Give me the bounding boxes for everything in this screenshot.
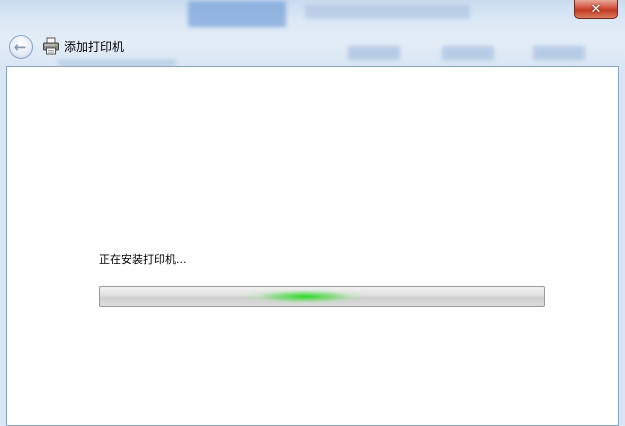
background-blur (188, 1, 286, 27)
background-blur (533, 46, 585, 60)
wizard-content-panel (6, 66, 619, 426)
background-blur (442, 46, 494, 60)
progress-indicator-glow (245, 289, 365, 304)
printer-icon (43, 37, 59, 55)
background-blur (348, 46, 400, 60)
close-button[interactable]: ✕ (574, 0, 618, 19)
close-icon: ✕ (590, 1, 602, 17)
install-progress-bar (99, 286, 545, 307)
installing-status-text: 正在安装打印机... (99, 253, 187, 266)
back-arrow-icon: ← (13, 37, 27, 56)
back-button[interactable]: ← (9, 35, 33, 59)
add-printer-window: ✕ ← 添加打印机 正在安装打印机... (0, 0, 625, 426)
background-blur (305, 5, 470, 19)
window-title: 添加打印机 (64, 40, 125, 54)
